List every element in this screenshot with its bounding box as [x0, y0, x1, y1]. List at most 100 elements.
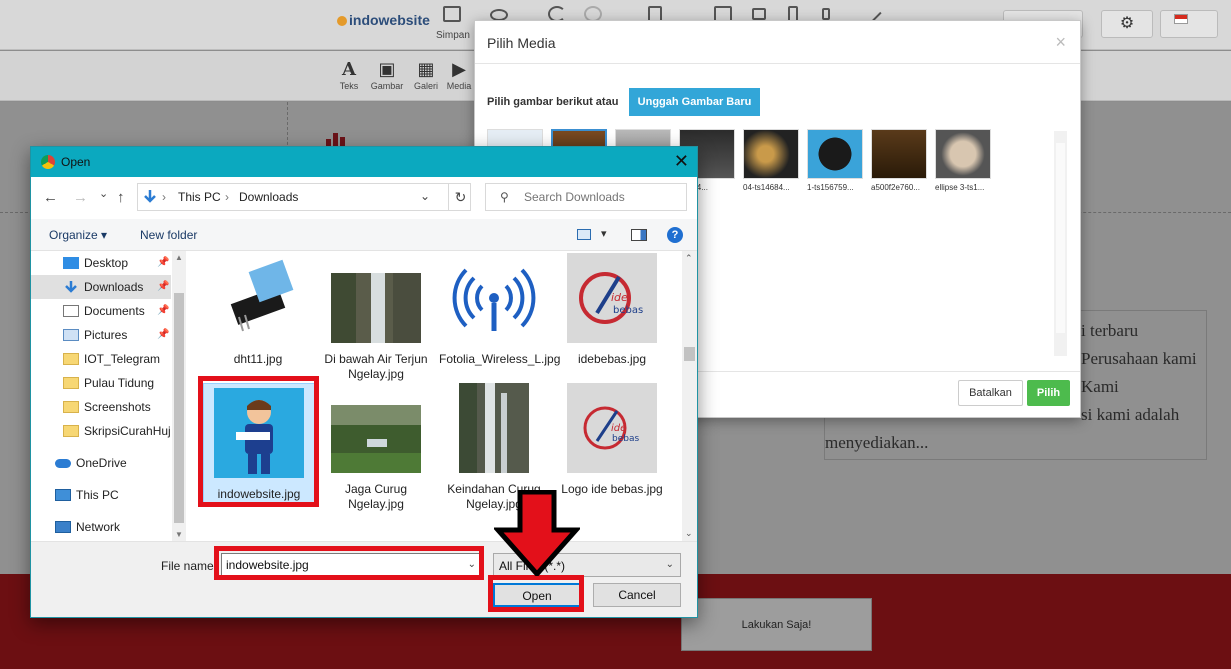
- recent-locations-chevron-icon[interactable]: ⌄: [99, 187, 108, 200]
- tool-image[interactable]: ▣ Gambar: [367, 59, 407, 91]
- file-name: Di bawah Air Terjun Ngelay.jpg: [324, 352, 428, 381]
- idebebas-logo-thumbnail: idebebas: [567, 383, 657, 473]
- media-scrollbar[interactable]: [1054, 131, 1067, 356]
- sidebar-item-network[interactable]: Network: [31, 515, 171, 539]
- media-thumbnail[interactable]: [871, 129, 927, 179]
- downloads-arrow-icon: [144, 190, 156, 203]
- sidebar-item-desktop[interactable]: Desktop 📌: [31, 251, 171, 275]
- this-pc-icon: [55, 489, 71, 501]
- scroll-down-icon[interactable]: ▼: [175, 530, 183, 539]
- help-icon[interactable]: ?: [667, 227, 683, 243]
- search-box[interactable]: ⚲: [485, 183, 687, 211]
- file-item[interactable]: dht11.jpg: [203, 253, 313, 367]
- scroll-down-icon[interactable]: ⌄: [685, 528, 693, 539]
- cancel-button[interactable]: Batalkan: [958, 380, 1023, 406]
- up-arrow-icon[interactable]: ↑: [117, 189, 125, 206]
- highlight-selected-file: [198, 376, 319, 507]
- refresh-icon[interactable]: ↻: [448, 183, 472, 211]
- sidebar-item-label: This PC: [76, 488, 119, 502]
- navigation-scrollbar[interactable]: ▲ ▼: [172, 251, 186, 541]
- idebebas-logo-thumbnail: idebebas: [567, 253, 657, 343]
- modal-title: Pilih Media: [487, 35, 556, 51]
- dialog-title-bar[interactable]: Open ✕: [31, 147, 697, 177]
- sidebar-item-downloads[interactable]: Downloads 📌: [31, 275, 171, 299]
- small-mobile-view-icon[interactable]: [822, 8, 830, 20]
- scroll-up-icon[interactable]: ⌃: [685, 253, 693, 264]
- scrollbar-thumb[interactable]: [1056, 143, 1065, 333]
- sidebar-item-pictures[interactable]: Pictures 📌: [31, 323, 171, 347]
- scroll-up-icon[interactable]: ▲: [175, 253, 183, 262]
- cta-button[interactable]: Lakukan Saja!: [681, 598, 872, 651]
- sidebar-item-screenshots[interactable]: Screenshots: [31, 395, 171, 419]
- dht11-sensor-thumbnail: [213, 253, 303, 343]
- forward-arrow-icon[interactable]: →: [73, 189, 88, 206]
- back-arrow-icon[interactable]: ←: [43, 189, 58, 206]
- view-options-chevron-icon[interactable]: ▾: [601, 227, 607, 240]
- sidebar-item-label: Screenshots: [84, 400, 151, 414]
- search-input[interactable]: [524, 190, 674, 204]
- close-icon[interactable]: ×: [1055, 32, 1066, 53]
- sidebar-item-documents[interactable]: Documents 📌: [31, 299, 171, 323]
- chevron-down-icon[interactable]: ⌄: [666, 559, 674, 570]
- file-name-label: File name:: [161, 559, 218, 573]
- sidebar-item-onedrive[interactable]: OneDrive: [31, 451, 171, 475]
- sidebar-item-label: Network: [76, 520, 121, 534]
- save-label[interactable]: Simpan: [436, 30, 470, 41]
- tool-gallery[interactable]: ▦ Galeri: [406, 59, 446, 91]
- search-icon: ⚲: [500, 190, 509, 204]
- svg-text:ide: ide: [611, 423, 626, 434]
- sidebar-item-iot-telegram[interactable]: IOT_Telegram: [31, 347, 171, 371]
- tool-media[interactable]: ▶ Media: [444, 59, 474, 91]
- address-row: ← → ⌄ ↑ › This PC › Downloads ⌄ ↻ ⚲: [31, 177, 697, 217]
- scrollbar-thumb[interactable]: [174, 293, 184, 523]
- save-icon[interactable]: [443, 6, 461, 22]
- sidebar-item-pulau-tidung[interactable]: Pulau Tidung: [31, 371, 171, 395]
- media-thumbnail[interactable]: [807, 129, 863, 179]
- sidebar-item-skripsi[interactable]: SkripsiCurahHujan: [31, 419, 171, 443]
- address-bar[interactable]: › This PC › Downloads ⌄ ↻: [137, 183, 471, 211]
- pin-icon: 📌: [157, 329, 170, 340]
- language-dropdown[interactable]: [1160, 10, 1218, 38]
- media-thumbnail[interactable]: [743, 129, 799, 179]
- tool-gallery-label: Galeri: [413, 81, 438, 91]
- tablet-view-icon[interactable]: [752, 8, 766, 20]
- media-thumbnail[interactable]: [935, 129, 991, 179]
- sidebar-item-this-pc[interactable]: This PC: [31, 483, 171, 507]
- file-item[interactable]: ide bebas idebebas.jpg: [557, 253, 667, 367]
- breadcrumb-this-pc[interactable]: This PC: [178, 190, 221, 204]
- cancel-button[interactable]: Cancel: [593, 583, 681, 607]
- file-name: idebebas.jpg: [577, 352, 647, 366]
- upload-new-image-button[interactable]: Unggah Gambar Baru: [629, 88, 760, 116]
- sidebar-item-label: OneDrive: [76, 456, 127, 470]
- tool-text[interactable]: A Teks: [329, 59, 369, 91]
- new-folder-button[interactable]: New folder: [140, 228, 197, 242]
- choose-button[interactable]: Pilih: [1027, 380, 1070, 406]
- organize-menu[interactable]: Organize ▾: [49, 228, 107, 242]
- network-icon: [55, 521, 71, 533]
- close-icon[interactable]: ✕: [674, 151, 689, 172]
- file-item[interactable]: ide bebas Logo ide bebas.jpg: [557, 383, 667, 497]
- settings-gear-icon[interactable]: ⚙: [1101, 10, 1153, 38]
- thumbnail-caption: 04-ts14684...: [743, 183, 790, 192]
- brand-name: indowebsite: [349, 12, 430, 28]
- folder-icon: [63, 401, 79, 413]
- folder-icon: [63, 425, 79, 437]
- scrollbar-thumb[interactable]: [684, 347, 695, 361]
- file-item[interactable]: Di bawah Air Terjun Ngelay.jpg: [321, 253, 431, 382]
- about-line: menyediakan...: [825, 433, 929, 452]
- tool-media-label: Media: [446, 81, 472, 91]
- file-item[interactable]: Jaga Curug Ngelay.jpg: [321, 383, 431, 512]
- breadcrumb-downloads[interactable]: Downloads: [239, 190, 298, 204]
- documents-icon: [63, 305, 79, 317]
- chevron-down-icon[interactable]: ⌄: [420, 189, 430, 203]
- sidebar-item-label: IOT_Telegram: [84, 352, 161, 366]
- navigation-pane: Desktop 📌 Downloads 📌 Documents 📌 Pictures 📌…: [31, 251, 187, 541]
- change-view-icon[interactable]: [577, 229, 591, 240]
- file-item[interactable]: Fotolia_Wireless_L.jpg: [439, 253, 560, 367]
- thumbnail-caption: a500f2e760...: [871, 183, 920, 192]
- file-name: dht11.jpg: [233, 352, 283, 366]
- downloads-icon: [65, 281, 77, 293]
- preview-pane-icon[interactable]: [631, 229, 647, 241]
- sidebar-item-label: Pictures: [84, 328, 128, 342]
- file-list-scrollbar[interactable]: ⌃ ⌄: [682, 251, 697, 541]
